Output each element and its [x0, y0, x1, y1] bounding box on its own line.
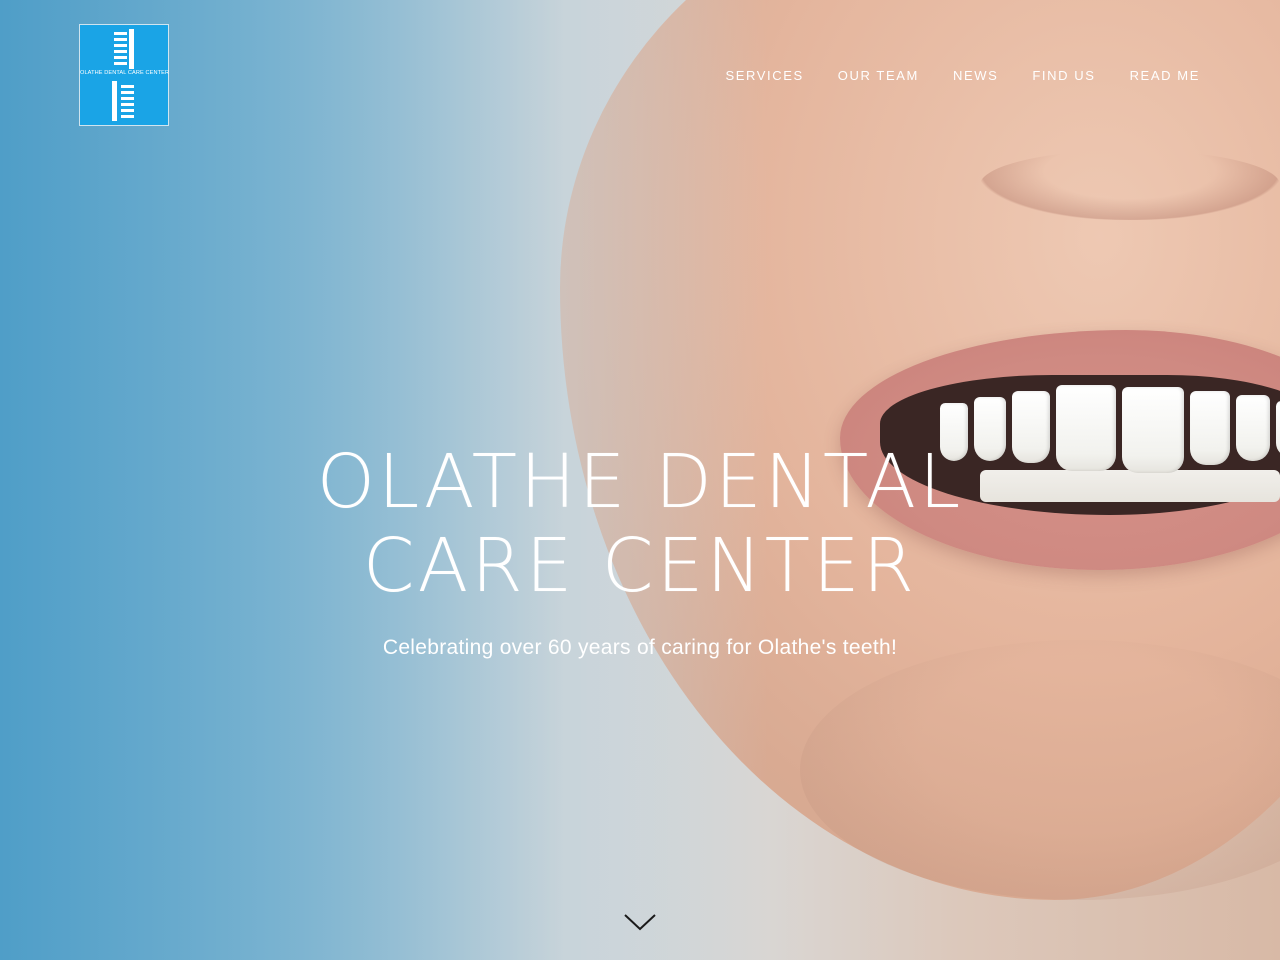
nav-item-read-me[interactable]: READ ME — [1130, 68, 1200, 83]
toothbrush-icon — [114, 29, 134, 69]
chevron-down-icon — [624, 914, 656, 931]
scroll-down-button[interactable] — [620, 908, 660, 936]
hero-title-line-1: OLATHE DENTAL — [316, 439, 964, 525]
main-nav: SERVICES OUR TEAM NEWS FIND US READ ME — [725, 68, 1200, 83]
hero-subtitle: Celebrating over 60 years of caring for … — [382, 636, 898, 659]
hero-title-line-2: CARE CENTER — [362, 523, 918, 609]
site-logo[interactable]: OLATHE DENTAL CARE CENTER — [80, 25, 170, 125]
nav-item-find-us[interactable]: FIND US — [1032, 68, 1095, 83]
logo-text: OLATHE DENTAL CARE CENTER — [80, 70, 170, 76]
nav-item-news[interactable]: NEWS — [953, 68, 998, 83]
nav-item-our-team[interactable]: OUR TEAM — [838, 68, 919, 83]
nav-item-services[interactable]: SERVICES — [725, 68, 803, 83]
toothbrush-icon — [112, 81, 134, 121]
hero-title: OLATHE DENTAL CARE CENTER — [240, 440, 1040, 608]
